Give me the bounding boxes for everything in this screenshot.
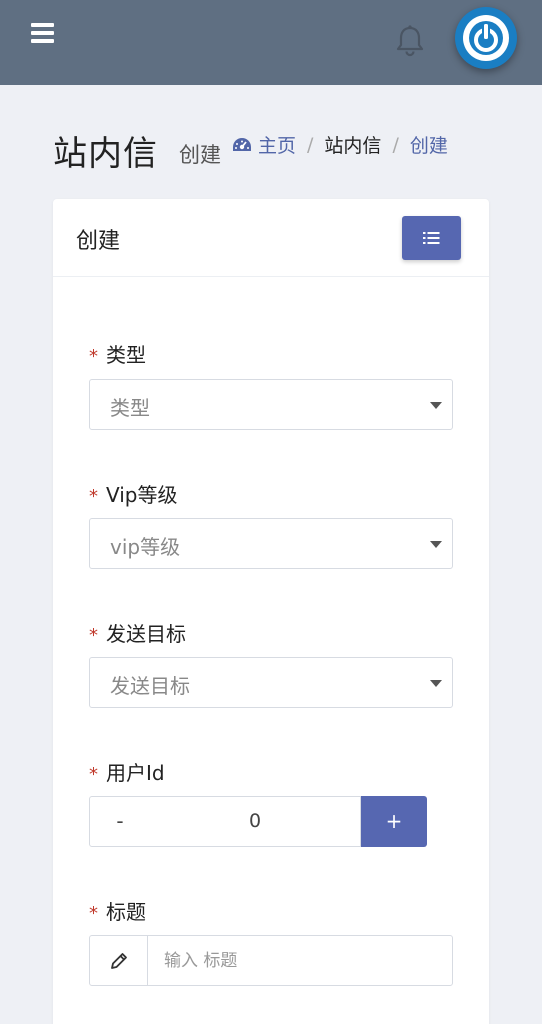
pencil-icon <box>111 953 127 969</box>
breadcrumb-current: 创建 <box>409 135 448 157</box>
page-subtitle: 创建 <box>179 143 221 167</box>
power-icon <box>463 15 509 61</box>
caret-down-icon <box>430 680 442 687</box>
target-select[interactable]: 发送目标 <box>89 657 453 708</box>
user-id-stepper: - 0 + <box>89 796 427 847</box>
hamburger-icon[interactable] <box>31 23 54 43</box>
required-mark: * <box>89 486 98 507</box>
breadcrumb: 主页 / 站内信 / 创建 <box>232 131 448 158</box>
avatar[interactable] <box>455 7 517 69</box>
user-id-value[interactable]: 0 <box>150 796 361 847</box>
dashboard-icon <box>233 137 251 151</box>
page-title: 站内信 <box>53 134 158 174</box>
subject-addon <box>89 935 148 986</box>
type-select[interactable]: 类型 <box>89 379 453 430</box>
breadcrumb-home[interactable]: 主页 <box>232 131 296 158</box>
breadcrumb-separator: / <box>392 133 399 156</box>
subject-input-group <box>89 935 453 986</box>
target-select-placeholder: 发送目标 <box>110 674 190 698</box>
increment-button[interactable]: + <box>361 796 427 847</box>
required-mark: * <box>89 625 98 646</box>
list-icon <box>423 232 440 244</box>
vip-level-label: * Vip等级 <box>89 483 178 507</box>
create-form-card: 创建 * 类型 类型 * Vip等级 vip等级 * 发送目标 发送目标 * 用… <box>53 199 489 1024</box>
breadcrumb-item[interactable]: 站内信 <box>324 131 381 158</box>
vip-level-select[interactable]: vip等级 <box>89 518 453 569</box>
breadcrumb-home-label: 主页 <box>258 135 297 157</box>
card-title: 创建 <box>76 229 121 254</box>
decrement-button[interactable]: - <box>89 796 151 847</box>
type-select-placeholder: 类型 <box>110 396 150 420</box>
top-navbar <box>0 0 542 85</box>
user-id-label: * 用户Id <box>89 761 165 785</box>
required-mark: * <box>89 764 98 785</box>
breadcrumb-separator: / <box>307 133 314 156</box>
required-mark: * <box>89 346 98 367</box>
bell-icon[interactable] <box>394 24 426 58</box>
subject-label: * 标题 <box>89 900 146 924</box>
target-label: * 发送目标 <box>89 622 186 646</box>
list-button[interactable] <box>402 216 461 260</box>
required-mark: * <box>89 903 98 924</box>
card-header: 创建 <box>53 199 489 277</box>
subject-input[interactable] <box>147 935 453 986</box>
caret-down-icon <box>430 402 442 409</box>
caret-down-icon <box>430 541 442 548</box>
vip-level-select-placeholder: vip等级 <box>110 535 181 559</box>
type-label: * 类型 <box>89 343 146 367</box>
